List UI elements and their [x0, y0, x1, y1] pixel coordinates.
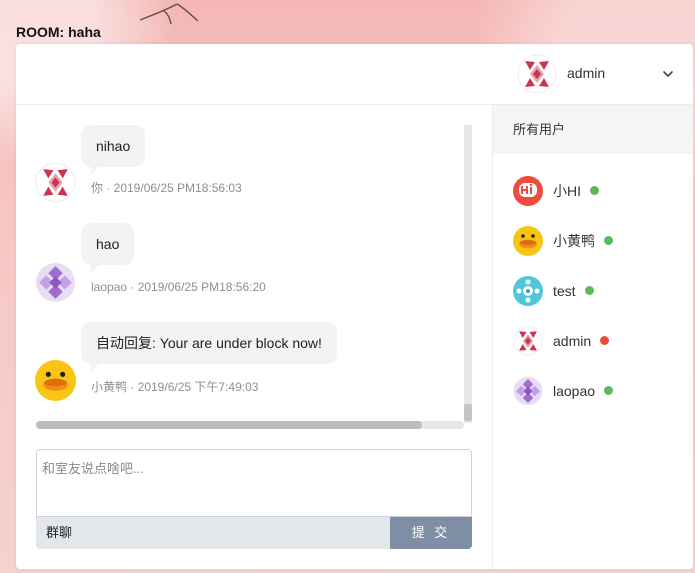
- user-name-text: 小黄鸭: [553, 233, 595, 249]
- header: admin: [16, 44, 693, 105]
- message-item: 自动回复: Your are under block now! 小黄鸭 · 20…: [35, 322, 465, 406]
- users-panel-title: 所有用户: [513, 122, 566, 137]
- user-list-item[interactable]: 小黄鸭: [493, 216, 693, 266]
- message-item: hao laopao · 2019/06/25 PM18:56:20: [35, 223, 465, 303]
- purple-pattern-avatar-icon: [513, 376, 543, 406]
- online-status-dot: [604, 386, 614, 395]
- red-hi-avatar-icon: [513, 176, 543, 206]
- red-geometric-avatar-icon: [513, 326, 543, 356]
- offline-status-dot: [600, 336, 610, 345]
- message-bubble: nihao: [81, 125, 146, 175]
- message-input[interactable]: [36, 449, 472, 517]
- purple-pattern-avatar-icon: [36, 263, 75, 302]
- yellow-duck-avatar-icon: [35, 360, 76, 401]
- branch-decoration: [140, 3, 199, 25]
- user-name-text: laopao: [553, 383, 596, 399]
- cyan-pattern-avatar-icon: [513, 276, 543, 306]
- message-meta: laopao · 2019/06/25 PM18:56:20: [91, 280, 266, 294]
- chevron-down-icon[interactable]: [662, 68, 674, 80]
- user-name: 小黄鸭: [553, 233, 613, 249]
- message-composer: 群聊 提 交: [36, 449, 472, 549]
- user-name: 小HI: [553, 183, 599, 199]
- message-bubble: hao: [81, 223, 135, 273]
- chat-area: nihao 你 · 2019/06/25 PM18:56:03 hao laop…: [16, 105, 492, 569]
- user-menu-button[interactable]: admin: [516, 54, 682, 94]
- user-name: admin: [553, 333, 610, 349]
- user-list-item[interactable]: 小HI: [493, 166, 693, 216]
- message-meta: 你 · 2019/06/25 PM18:56:03: [91, 181, 242, 195]
- current-username: admin: [567, 65, 606, 81]
- submit-button[interactable]: 提 交: [390, 517, 472, 549]
- user-list-item[interactable]: test: [493, 266, 693, 316]
- online-status-dot: [584, 286, 594, 295]
- user-list-item[interactable]: admin: [493, 316, 693, 366]
- message-list[interactable]: nihao 你 · 2019/06/25 PM18:56:03 hao laop…: [16, 105, 492, 435]
- message-vertical-scroll-thumb[interactable]: [464, 404, 472, 421]
- room-title: ROOM: haha: [16, 24, 101, 40]
- red-geometric-avatar-icon: [517, 54, 557, 94]
- users-panel-header: 所有用户: [493, 105, 693, 154]
- user-name-text: 小HI: [553, 183, 581, 199]
- user-name-text: test: [553, 283, 576, 299]
- user-name-text: admin: [553, 333, 592, 349]
- online-status-dot: [590, 186, 599, 195]
- user-list-item[interactable]: laopao: [493, 366, 693, 416]
- user-name: laopao: [553, 383, 614, 399]
- chat-mode-label: 群聊: [46, 525, 73, 540]
- chat-window: admin nihao 你 · 2019/06/25 PM18:56:03 ha…: [16, 44, 693, 569]
- composer-toolbar: 群聊 提 交: [36, 517, 472, 549]
- user-name: test: [553, 283, 594, 299]
- online-status-dot: [604, 236, 613, 245]
- message-meta: 小黄鸭 · 2019/6/25 下午7:49:03: [91, 380, 259, 394]
- users-panel: 所有用户 小HI 小黄鸭 test admin laopao: [492, 105, 693, 569]
- message-item: nihao 你 · 2019/06/25 PM18:56:03: [35, 125, 465, 205]
- yellow-duck-avatar-icon: [513, 226, 543, 256]
- message-bubble: 自动回复: Your are under block now!: [81, 322, 337, 372]
- message-vertical-scrollbar[interactable]: [464, 125, 472, 423]
- message-horizontal-scroll-thumb[interactable]: [36, 421, 422, 429]
- red-geometric-avatar-icon: [35, 162, 76, 203]
